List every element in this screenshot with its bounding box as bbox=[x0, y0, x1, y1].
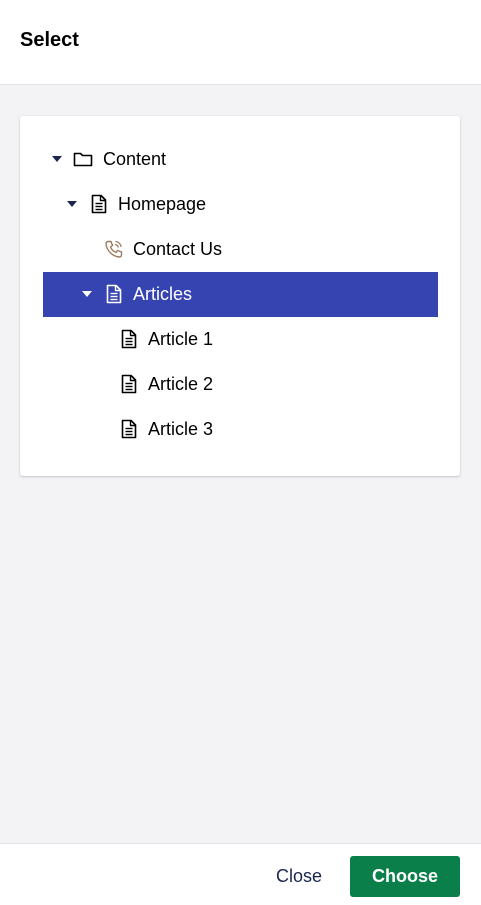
tree-item-label: Content bbox=[103, 149, 167, 169]
document-icon bbox=[88, 193, 110, 215]
document-icon bbox=[103, 283, 125, 305]
dialog-title: Select bbox=[20, 29, 79, 51]
tree-item-article-2[interactable]: Article 2 bbox=[43, 362, 438, 407]
tree-item-contact-us[interactable]: Contact Us bbox=[43, 227, 438, 272]
tree-item-label: Articles bbox=[133, 284, 193, 304]
folder-icon bbox=[72, 148, 94, 170]
document-icon bbox=[118, 418, 140, 440]
expand-caret-icon[interactable] bbox=[82, 291, 92, 297]
select-dialog: Select Content Homepage Contact Us Artic… bbox=[0, 0, 481, 905]
tree-item-label: Contact Us bbox=[133, 239, 223, 259]
dialog-header: Select bbox=[0, 0, 481, 85]
document-icon bbox=[118, 328, 140, 350]
expand-caret-icon[interactable] bbox=[52, 156, 62, 162]
tree-item-label: Article 3 bbox=[148, 419, 214, 439]
document-icon bbox=[118, 373, 140, 395]
tree-item-homepage[interactable]: Homepage bbox=[43, 182, 438, 227]
tree-item-label: Article 2 bbox=[148, 374, 214, 394]
tree-item-article-3[interactable]: Article 3 bbox=[43, 407, 438, 452]
tree-item-articles[interactable]: Articles bbox=[43, 272, 438, 317]
tree-item-label: Homepage bbox=[118, 194, 207, 214]
tree-item-content[interactable]: Content bbox=[43, 137, 438, 182]
expand-caret-icon[interactable] bbox=[67, 201, 77, 207]
tree-item-article-1[interactable]: Article 1 bbox=[43, 317, 438, 362]
content-tree: Content Homepage Contact Us Articles Art… bbox=[20, 116, 460, 476]
close-button[interactable]: Close bbox=[262, 856, 336, 896]
choose-button[interactable]: Choose bbox=[350, 856, 460, 897]
phone-icon bbox=[103, 238, 125, 260]
dialog-footer: Close Choose bbox=[0, 843, 481, 905]
tree-item-label: Article 1 bbox=[148, 329, 214, 349]
